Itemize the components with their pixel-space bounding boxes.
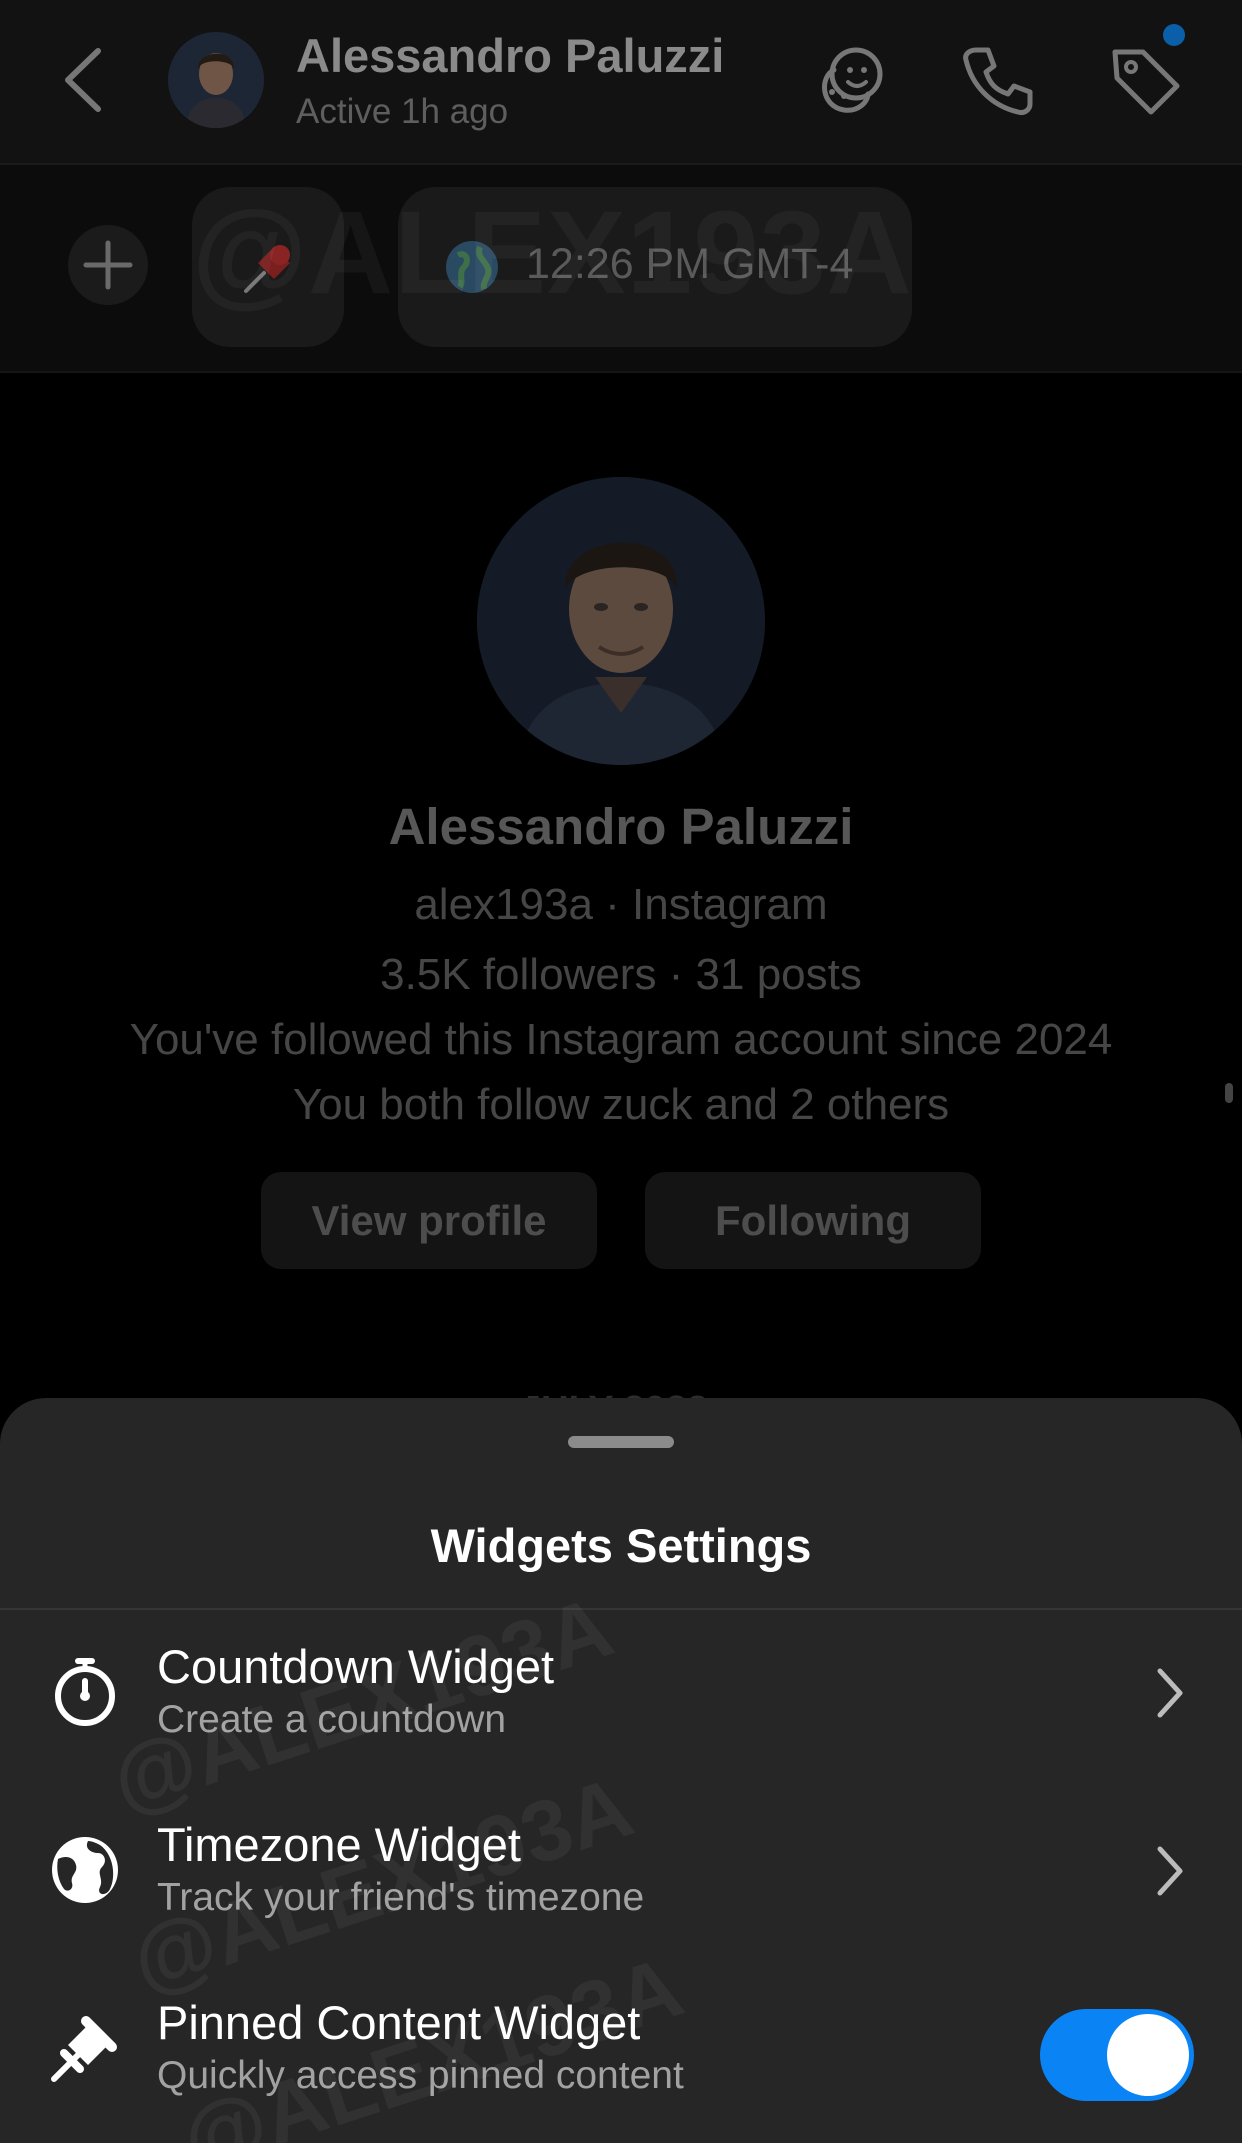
watermark: @ALEX193A	[192, 185, 913, 321]
contact-name[interactable]: Alessandro Paluzzi	[296, 28, 724, 83]
phone-icon[interactable]	[958, 40, 1038, 120]
stopwatch-icon	[55, 1658, 115, 1726]
person-avatar-icon	[168, 32, 264, 128]
toggle-knob	[1107, 2014, 1189, 2096]
view-profile-button[interactable]: View profile	[261, 1172, 597, 1269]
tag-icon[interactable]	[1105, 40, 1185, 120]
active-status: Active 1h ago	[296, 92, 509, 131]
sheet-grabber[interactable]	[568, 1436, 674, 1448]
chat-header: Alessandro Paluzzi Active 1h ago	[0, 0, 1242, 165]
profile-name: Alessandro Paluzzi	[388, 798, 854, 855]
back-icon[interactable]	[58, 45, 110, 115]
header-avatar[interactable]	[168, 32, 264, 128]
add-widget-button[interactable]	[68, 225, 148, 305]
person-avatar-icon	[477, 477, 765, 765]
chevron-right-icon	[1157, 1668, 1183, 1718]
followed-since-text: You've followed this Instagram account s…	[129, 1015, 1113, 1064]
widgets-settings-sheet: Widgets Settings Countdown Widget Create…	[0, 1398, 1242, 2143]
chat-widgets-row: 12:26 PM GMT-4 @ALEX193A	[0, 165, 1242, 373]
sticker-icon[interactable]	[810, 40, 890, 120]
scroll-indicator[interactable]	[1225, 1083, 1233, 1103]
mutual-followers-text: You both follow zuck and 2 others	[292, 1080, 950, 1129]
pinned-content-toggle[interactable]	[1040, 2009, 1194, 2101]
sheet-title: Widgets Settings	[430, 1519, 812, 1572]
profile-stats: 3.5K followers · 31 posts	[380, 950, 862, 999]
chevron-right-icon	[1157, 1846, 1183, 1896]
profile-handle: alex193a · Instagram	[414, 880, 828, 929]
following-button[interactable]: Following	[645, 1172, 981, 1269]
plus-icon	[83, 240, 133, 290]
globe-icon	[52, 1837, 118, 1903]
notification-dot	[1163, 24, 1185, 46]
profile-avatar[interactable]	[477, 477, 765, 765]
pin-icon	[51, 2016, 117, 2082]
